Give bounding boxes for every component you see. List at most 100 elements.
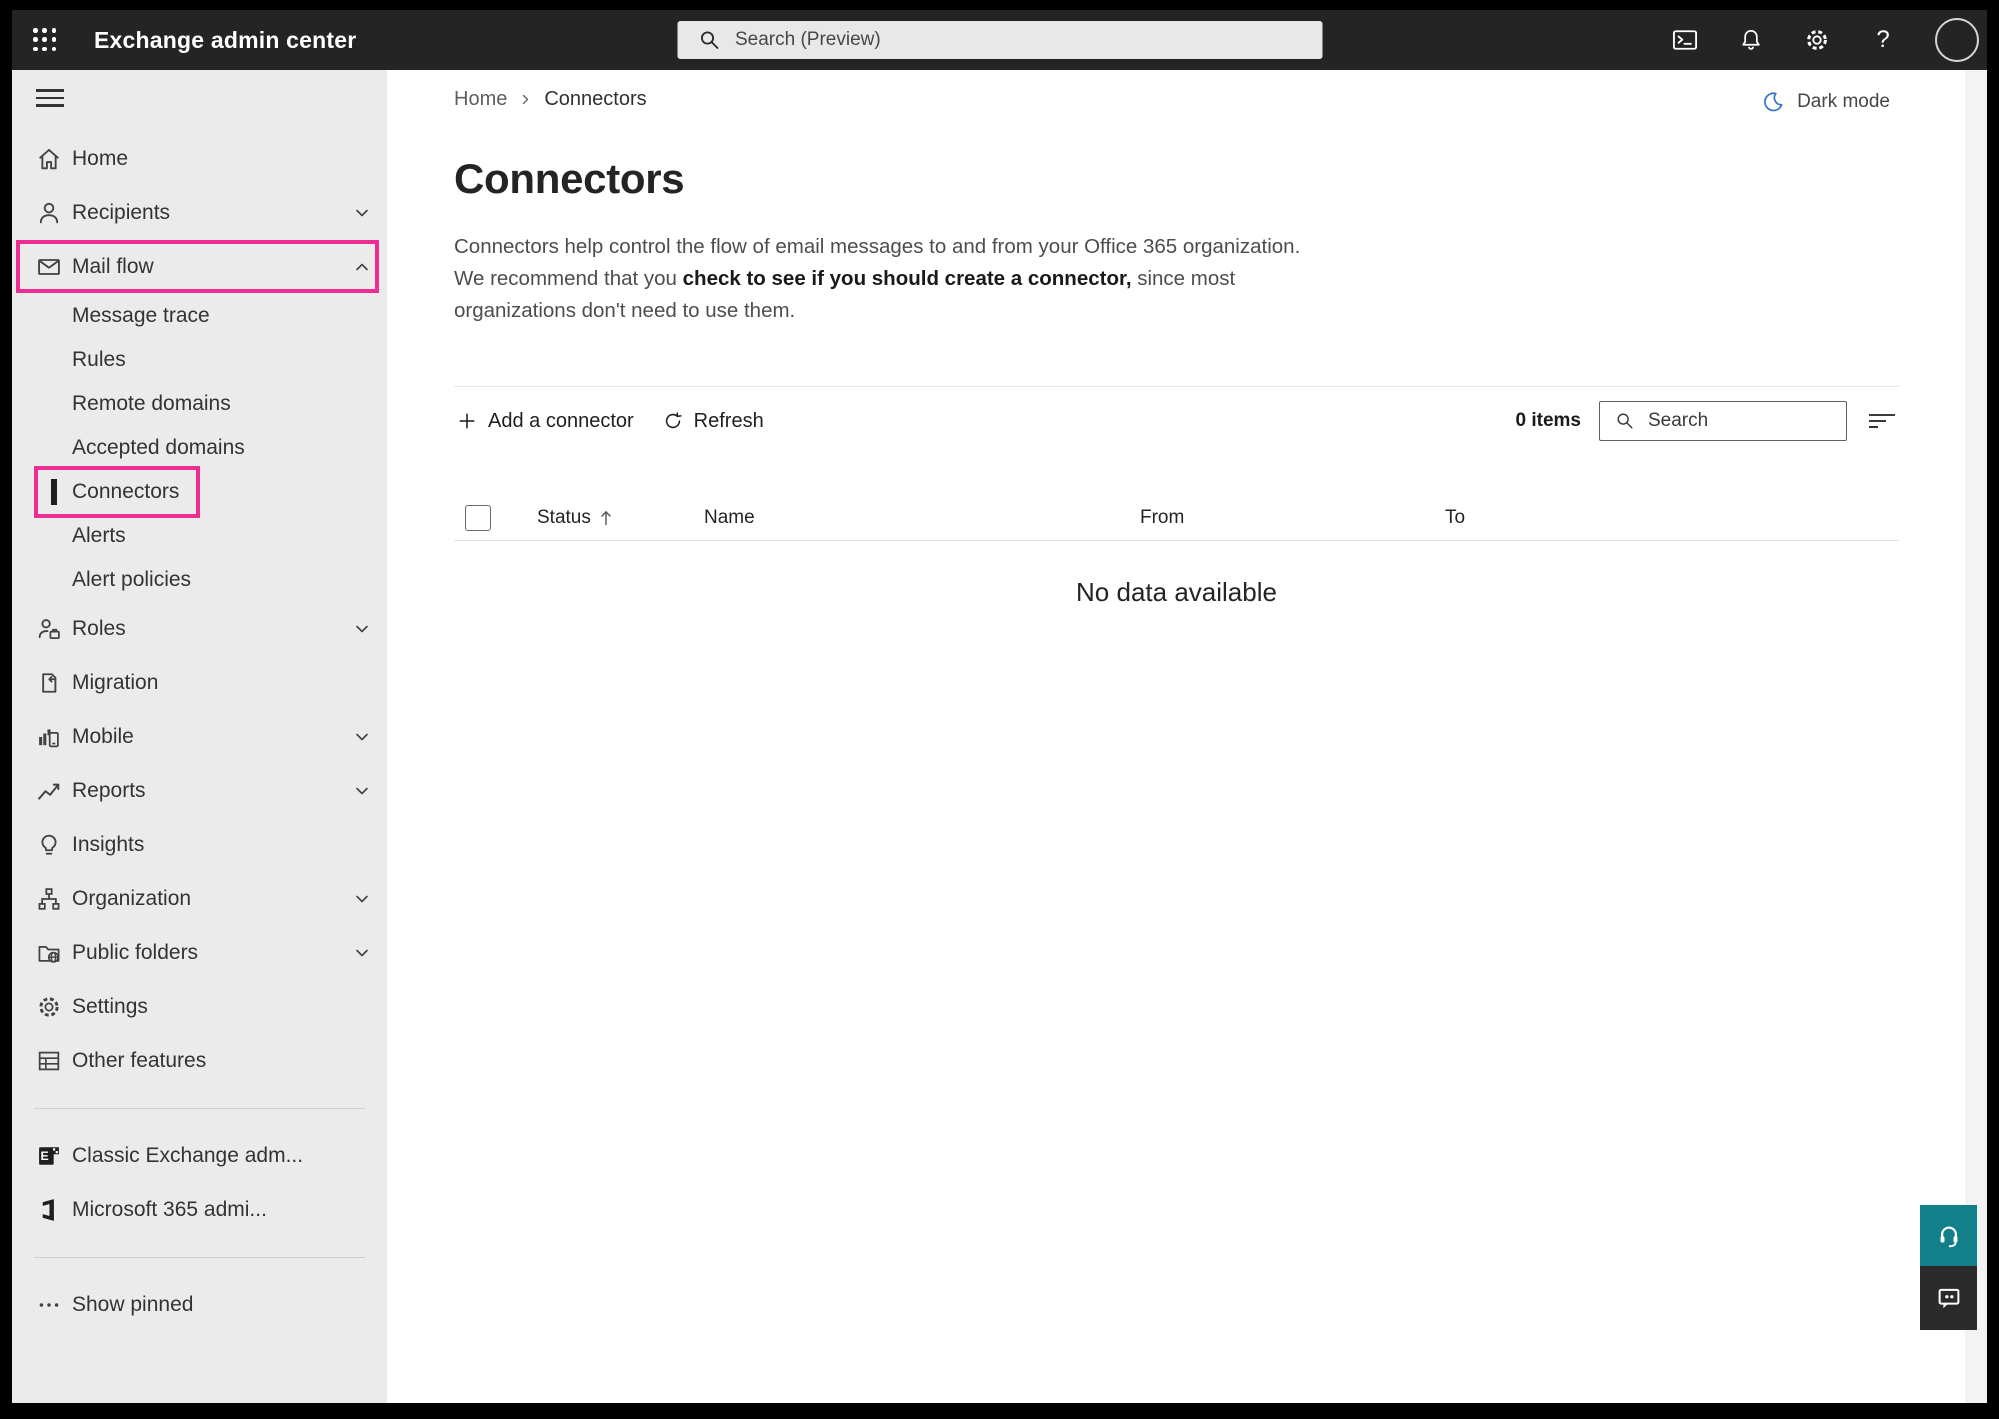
breadcrumb-current: Connectors (544, 88, 646, 111)
app-launcher-button[interactable] (22, 17, 68, 63)
app-title: Exchange admin center (94, 27, 356, 54)
floating-action-buttons (1920, 1205, 1977, 1330)
sidebar-item-remote-domains[interactable]: Remote domains (12, 382, 387, 426)
moon-icon (1761, 90, 1785, 114)
plus-icon (456, 410, 478, 432)
column-header-to[interactable]: To (1445, 507, 1899, 529)
lightbulb-icon (34, 830, 64, 860)
sidebar-item-other-features[interactable]: Other features (12, 1034, 387, 1088)
refresh-button[interactable]: Refresh (660, 404, 766, 439)
sidebar-item-label: Mail flow (72, 255, 154, 279)
list-search-input[interactable]: Search (1599, 401, 1847, 441)
page-description: Connectors help control the flow of emai… (454, 231, 1314, 326)
chevron-down-icon (353, 890, 371, 908)
mail-flow-highlight-box (16, 240, 379, 293)
column-header-name[interactable]: Name (704, 507, 1140, 529)
sidebar-divider (34, 1257, 365, 1258)
add-connector-button[interactable]: Add a connector (454, 404, 636, 439)
sidebar-item-classic-exchange-admin[interactable]: E Classic Exchange adm... (12, 1129, 387, 1183)
migration-icon (34, 668, 64, 698)
sidebar-item-label: Rules (72, 348, 126, 372)
sidebar-item-label: Public folders (72, 941, 198, 965)
nav-collapse-button[interactable] (36, 86, 66, 110)
column-header-from[interactable]: From (1140, 507, 1445, 529)
exchange-admin-center-window: Exchange admin center Search (Preview) (0, 0, 1999, 1419)
sidebar-item-alert-policies[interactable]: Alert policies (12, 558, 387, 602)
chat-bubble-icon (1934, 1283, 1964, 1313)
notifications-button[interactable] (1733, 22, 1769, 58)
breadcrumb: Home Connectors (454, 88, 1899, 111)
sidebar-item-recipients[interactable]: Recipients (12, 186, 387, 240)
account-avatar[interactable] (1935, 18, 1979, 62)
sidebar-item-label: Show pinned (72, 1293, 193, 1317)
table-grid-icon (34, 1046, 64, 1076)
ellipsis-icon (34, 1290, 64, 1320)
add-connector-label: Add a connector (488, 410, 634, 433)
refresh-icon (662, 410, 684, 432)
chevron-down-icon (353, 728, 371, 746)
svg-text:E: E (40, 1149, 48, 1163)
envelope-icon (34, 252, 64, 282)
classic-exchange-logo-icon: E (34, 1141, 64, 1171)
sidebar-item-alerts[interactable]: Alerts (12, 514, 387, 558)
sidebar-item-rules[interactable]: Rules (12, 338, 387, 382)
filter-icon (1868, 410, 1896, 432)
column-label: From (1140, 507, 1184, 529)
dark-mode-toggle[interactable]: Dark mode (1761, 90, 1890, 114)
feedback-button[interactable] (1920, 1266, 1977, 1330)
org-chart-icon (34, 884, 64, 914)
line-chart-icon (34, 776, 64, 806)
sidebar-item-roles[interactable]: Roles (12, 602, 387, 656)
person-icon (34, 198, 64, 228)
sidebar-divider (34, 1108, 365, 1109)
cloud-shell-button[interactable] (1667, 22, 1703, 58)
headset-icon (1934, 1221, 1964, 1251)
breadcrumb-home-link[interactable]: Home (454, 88, 507, 111)
sidebar-item-label: Classic Exchange adm... (72, 1144, 303, 1168)
sidebar-item-label: Insights (72, 833, 144, 857)
table-header-row: Status Name From To (454, 495, 1899, 541)
global-search-placeholder: Search (Preview) (735, 29, 881, 51)
sidebar-item-label: Remote domains (72, 392, 231, 416)
sidebar-item-label: Settings (72, 995, 148, 1019)
chevron-right-icon (519, 93, 532, 106)
sidebar-item-message-trace[interactable]: Message trace (12, 294, 387, 338)
select-all-checkbox[interactable] (465, 505, 491, 531)
sidebar-item-migration[interactable]: Migration (12, 656, 387, 710)
support-button[interactable] (1920, 1205, 1977, 1266)
global-search-input[interactable]: Search (Preview) (677, 21, 1322, 59)
section-divider (454, 386, 1899, 387)
column-label: To (1445, 507, 1465, 529)
bell-icon (1738, 27, 1764, 53)
sidebar-item-home[interactable]: Home (12, 132, 387, 186)
sidebar-item-organization[interactable]: Organization (12, 872, 387, 926)
sidebar-item-show-pinned[interactable]: Show pinned (12, 1278, 387, 1332)
dark-mode-label: Dark mode (1797, 91, 1890, 113)
sidebar-item-insights[interactable]: Insights (12, 818, 387, 872)
sidebar-item-label: Alert policies (72, 568, 191, 592)
selected-indicator-bar (51, 479, 57, 505)
sidebar-item-mail-flow[interactable]: Mail flow (12, 240, 387, 294)
mobile-devices-icon (34, 722, 64, 752)
sidebar-item-reports[interactable]: Reports (12, 764, 387, 818)
filter-button[interactable] (1865, 404, 1899, 438)
chevron-down-icon (353, 620, 371, 638)
sidebar-item-public-folders[interactable]: Public folders (12, 926, 387, 980)
sidebar-item-microsoft-365-admin[interactable]: Microsoft 365 admi... (12, 1183, 387, 1237)
empty-table-message: No data available (454, 577, 1899, 608)
column-label: Status (537, 507, 591, 529)
sidebar-item-settings[interactable]: Settings (12, 980, 387, 1034)
sidebar-item-label: Organization (72, 887, 191, 911)
sidebar-item-connectors[interactable]: Connectors (12, 470, 387, 514)
column-header-status[interactable]: Status (537, 507, 704, 529)
chevron-down-icon (353, 204, 371, 222)
sidebar-item-label: Home (72, 147, 128, 171)
topbar-actions: ? (1667, 10, 1979, 70)
waffle-icon (33, 28, 57, 52)
sidebar-item-mobile[interactable]: Mobile (12, 710, 387, 764)
roles-icon (34, 614, 64, 644)
help-button[interactable]: ? (1865, 22, 1901, 58)
sidebar-item-accepted-domains[interactable]: Accepted domains (12, 426, 387, 470)
sidebar-item-label: Recipients (72, 201, 170, 225)
settings-button[interactable] (1799, 22, 1835, 58)
